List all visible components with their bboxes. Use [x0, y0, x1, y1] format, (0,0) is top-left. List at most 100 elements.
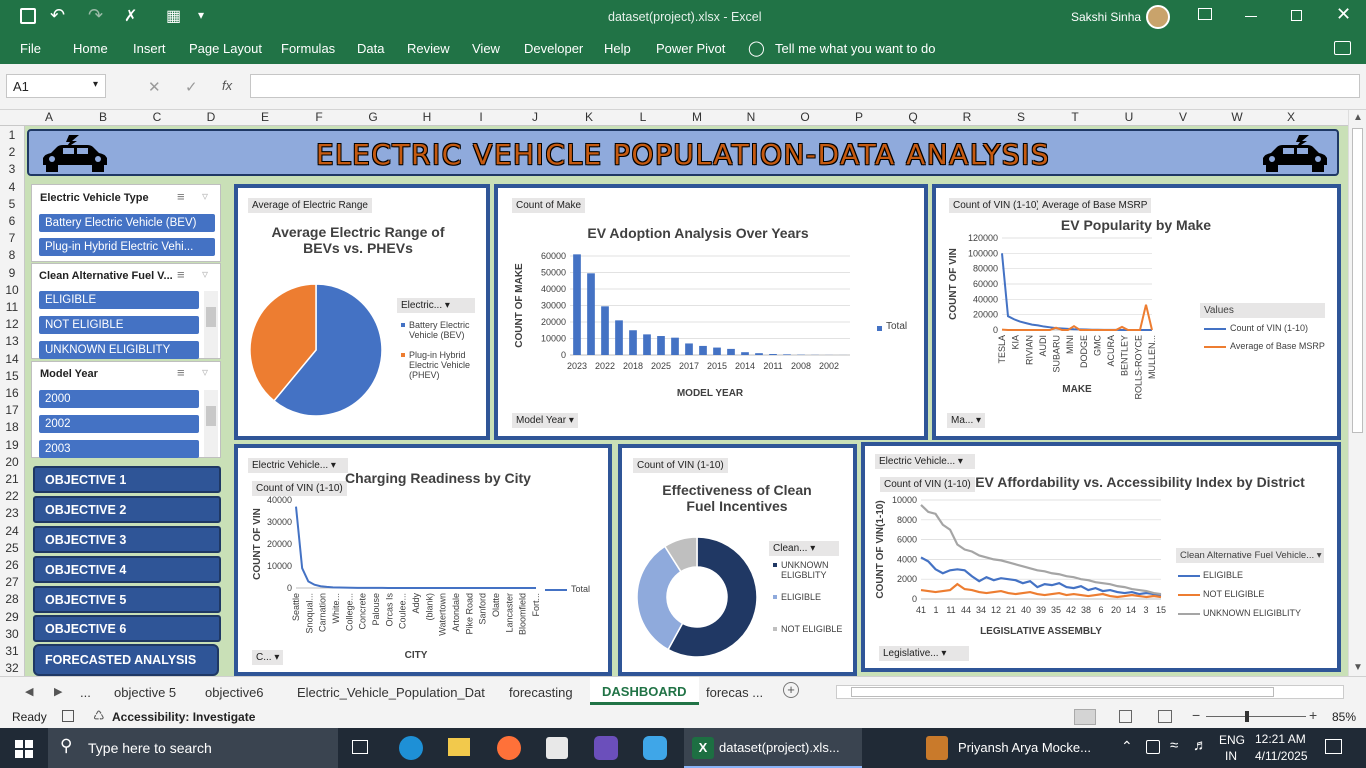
row-header[interactable]: 22	[0, 489, 24, 503]
tab-developer[interactable]: Developer	[524, 41, 583, 56]
sheet-tab[interactable]: Electric_Vehicle_Population_Dat	[297, 685, 485, 700]
language-bottom[interactable]: IN	[1225, 749, 1237, 763]
undo-icon[interactable]: ↶	[50, 5, 65, 26]
user-name[interactable]: Sakshi Sinha	[1071, 10, 1141, 24]
column-header[interactable]: K	[562, 110, 616, 124]
sheet-tab[interactable]: forecasting	[509, 685, 573, 700]
close-icon[interactable]: ✕	[1336, 4, 1351, 25]
column-header[interactable]: R	[940, 110, 994, 124]
scroll-thumb[interactable]	[1352, 128, 1363, 433]
file-explorer-icon[interactable]	[448, 738, 470, 756]
row-header[interactable]: 10	[0, 283, 24, 297]
forecasted-analysis-button[interactable]: FORECASTED ANALYSIS	[33, 644, 219, 676]
column-header[interactable]: W	[1210, 110, 1264, 124]
row-header[interactable]: 14	[0, 352, 24, 366]
column-header[interactable]: M	[670, 110, 724, 124]
row-header[interactable]: 3	[0, 162, 24, 176]
clear-filter-icon[interactable]: ▿	[202, 267, 208, 281]
enter-icon[interactable]: ✓	[185, 78, 198, 96]
slicer-item[interactable]: Plug-in Hybrid Electric Vehi...	[39, 238, 215, 256]
more-sheets[interactable]: ...	[80, 685, 91, 700]
redo-icon[interactable]: ↷	[88, 5, 103, 26]
scroll-left-icon[interactable]: ◀	[25, 685, 33, 698]
scroll-down-icon[interactable]: ▼	[1353, 662, 1363, 673]
slicer-item[interactable]: 2000	[39, 390, 199, 408]
row-header[interactable]: 20	[0, 455, 24, 469]
slicer-item[interactable]: 2003	[39, 440, 199, 458]
wifi-icon[interactable]: ≈	[1170, 737, 1178, 754]
column-header[interactable]: A	[22, 110, 76, 124]
column-header[interactable]: Q	[886, 110, 940, 124]
table-icon[interactable]: ▦	[166, 6, 181, 26]
sheet-tab[interactable]: objective6	[205, 685, 264, 700]
row-header[interactable]: 31	[0, 644, 24, 658]
objective-3-button[interactable]: OBJECTIVE 3	[33, 526, 221, 553]
slicer-item[interactable]: UNKNOWN ELIGIBLITY	[39, 341, 199, 359]
column-header[interactable]: F	[292, 110, 346, 124]
slicer-scrollbar[interactable]	[204, 390, 218, 457]
row-header[interactable]: 19	[0, 438, 24, 452]
firefox-icon[interactable]	[497, 736, 521, 760]
tell-me-search[interactable]: Tell me what you want to do	[775, 41, 935, 56]
calendar-icon[interactable]	[546, 737, 568, 759]
add-sheet-icon[interactable]: +	[783, 682, 799, 698]
filter-dropdown[interactable]: Ma...	[947, 413, 986, 428]
customize-qat-icon[interactable]: ▾	[198, 8, 204, 22]
column-header[interactable]: I	[454, 110, 508, 124]
network-icon[interactable]	[1146, 740, 1160, 754]
column-header[interactable]: E	[238, 110, 292, 124]
multi-select-icon[interactable]: ≡	[177, 365, 185, 380]
row-header[interactable]: 29	[0, 610, 24, 624]
row-header[interactable]: 9	[0, 266, 24, 280]
tab-formulas[interactable]: Formulas	[281, 41, 335, 56]
comments-icon[interactable]	[1334, 41, 1351, 55]
normal-view-icon[interactable]	[1074, 709, 1096, 725]
objective-1-button[interactable]: OBJECTIVE 1	[33, 466, 221, 493]
name-box[interactable]: A1 ▾	[6, 74, 106, 98]
row-header[interactable]: 7	[0, 231, 24, 245]
taskbar-search[interactable]: ⚲ Type here to search	[48, 728, 338, 768]
row-header[interactable]: 25	[0, 541, 24, 555]
zoom-in-icon[interactable]: +	[1309, 707, 1317, 723]
column-header[interactable]: X	[1264, 110, 1318, 124]
sheet-tab[interactable]: forecas ...	[706, 685, 763, 700]
column-header[interactable]: B	[76, 110, 130, 124]
row-header[interactable]: 28	[0, 592, 24, 606]
multi-select-icon[interactable]: ≡	[177, 267, 185, 282]
row-header[interactable]: 6	[0, 214, 24, 228]
save-icon[interactable]	[20, 8, 36, 24]
edge-icon[interactable]	[399, 736, 423, 760]
row-header[interactable]: 32	[0, 661, 24, 675]
language-top[interactable]: ENG	[1219, 733, 1245, 747]
horizontal-scrollbar[interactable]	[836, 685, 1344, 699]
restore-icon[interactable]	[1291, 10, 1302, 21]
scroll-up-icon[interactable]: ▲	[1353, 112, 1363, 123]
row-header[interactable]: 16	[0, 386, 24, 400]
row-header[interactable]: 15	[0, 369, 24, 383]
tab-insert[interactable]: Insert	[133, 41, 166, 56]
zoom-out-icon[interactable]: −	[1192, 707, 1200, 723]
slicer-item[interactable]: Battery Electric Vehicle (BEV)	[39, 214, 215, 232]
row-header[interactable]: 11	[0, 300, 24, 314]
row-header[interactable]: 26	[0, 558, 24, 572]
cancel-icon[interactable]: ✕	[148, 78, 161, 96]
row-header[interactable]: 30	[0, 627, 24, 641]
multi-select-icon[interactable]: ≡	[177, 189, 185, 204]
scroll-right-icon[interactable]: ▶	[54, 685, 62, 698]
clock-date[interactable]: 4/11/2025	[1255, 749, 1308, 763]
slicer-scrollbar[interactable]	[204, 291, 218, 358]
filter-dropdown[interactable]: Electric Vehicle...	[875, 454, 975, 469]
chevron-down-icon[interactable]: ▾	[93, 79, 98, 90]
m365-icon[interactable]	[594, 736, 618, 760]
row-header[interactable]: 24	[0, 524, 24, 538]
column-header[interactable]: S	[994, 110, 1048, 124]
column-header[interactable]: U	[1102, 110, 1156, 124]
column-header[interactable]: D	[184, 110, 238, 124]
column-header[interactable]: C	[130, 110, 184, 124]
filter-dropdown[interactable]: Electric Vehicle...	[248, 458, 348, 473]
volume-icon[interactable]: ♬	[1193, 737, 1208, 754]
objective-2-button[interactable]: OBJECTIVE 2	[33, 496, 221, 523]
row-header[interactable]: 4	[0, 180, 24, 194]
column-header[interactable]: P	[832, 110, 886, 124]
avatar[interactable]	[1146, 5, 1170, 29]
